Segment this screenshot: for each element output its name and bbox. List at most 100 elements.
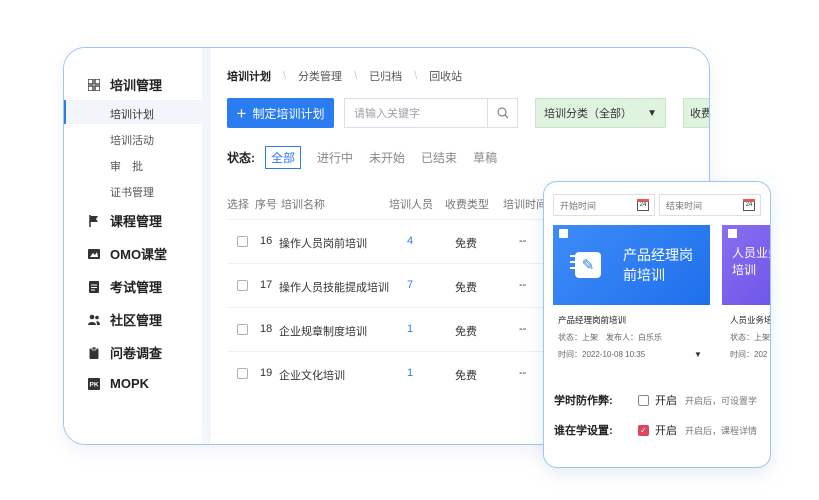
row-checkbox[interactable] (237, 368, 248, 379)
fee-select-value: 收费 (690, 108, 710, 120)
calendar-day: 24 (745, 202, 753, 208)
grid-icon (88, 78, 100, 91)
svg-text:PK: PK (89, 381, 98, 388)
row-people[interactable]: 1 (407, 323, 413, 335)
row-time: -- (519, 367, 527, 379)
status-option-ongoing[interactable]: 进行中 (317, 149, 353, 166)
status-filter: 状态: 全部 进行中 未开始 已结束 草稿 (227, 146, 513, 169)
chevron-down-icon: ▼ (647, 107, 657, 119)
sidebar-item-mopk[interactable]: PK MOPK (88, 376, 149, 391)
anti-cheat-checkbox[interactable] (638, 394, 649, 406)
sidebar-item-course[interactable]: 课程管理 (88, 211, 162, 230)
course-checkbox[interactable] (559, 229, 568, 238)
pk-icon: PK (88, 377, 100, 390)
sidebar-sub-approval[interactable]: 审 批 (110, 158, 143, 174)
sidebar-item-training[interactable]: 培训管理 (88, 75, 162, 94)
row-time: -- (519, 323, 527, 335)
plus-icon: + (236, 103, 247, 123)
fee-select[interactable]: 收费 (683, 98, 710, 128)
column-header-time: 培训时间 (503, 199, 547, 211)
search-icon[interactable] (487, 99, 517, 127)
search-input[interactable]: 请输入关键字 (344, 98, 518, 128)
table-row[interactable]: 16 操作人员岗前培训 4 免费 -- (227, 219, 547, 263)
row-checkbox[interactable] (237, 280, 248, 291)
tab-separator: \ (354, 70, 358, 82)
sidebar-item-label: 社区管理 (110, 313, 163, 328)
status-option-draft[interactable]: 草稿 (473, 149, 497, 166)
sidebar-item-community[interactable]: 社区管理 (88, 310, 162, 329)
sidebar-item-survey[interactable]: 问卷调查 (88, 343, 162, 362)
status-label: 状态: (227, 151, 255, 165)
category-select[interactable]: 培训分类（全部） ▼ (535, 98, 666, 128)
anti-cheat-toggle-label: 开启 (655, 395, 677, 407)
search-placeholder: 请输入关键字 (354, 108, 420, 120)
column-header-select: 选择 (227, 199, 249, 211)
create-plan-button[interactable]: + 制定培训计划 (227, 98, 334, 128)
status-option-not-started[interactable]: 未开始 (369, 149, 405, 166)
tab-category[interactable]: 分类管理 (298, 68, 342, 84)
table-row[interactable]: 17 操作人员技能提成培训 7 免费 -- (227, 263, 547, 307)
who-learning-hint: 开启后，课程详情 (685, 425, 758, 436)
calendar-icon[interactable]: 24 (637, 199, 649, 211)
end-date-input[interactable]: 结束时间 24 (659, 194, 761, 216)
sidebar-item-label: OMO课堂 (110, 247, 168, 262)
anti-cheat-hint: 开启后，可设置学 (685, 395, 758, 406)
tab-recycle[interactable]: 回收站 (429, 68, 462, 84)
course-cover[interactable]: 人员业务培训 (722, 225, 770, 305)
clipboard-icon (88, 346, 100, 359)
row-name[interactable]: 操作人员技能提成培训 (279, 279, 389, 295)
sidebar-divider (202, 48, 211, 444)
who-learning-label: 谁在学设置: (554, 425, 613, 437)
row-no: 18 (260, 323, 273, 335)
who-learning-toggle-label: 开启 (655, 425, 677, 437)
calendar-icon[interactable]: 24 (743, 199, 755, 211)
row-no: 19 (260, 367, 273, 379)
course-name[interactable]: 产品经理岗前培训 (558, 312, 708, 329)
tab-archived[interactable]: 已归档 (369, 68, 402, 84)
sidebar-sub-activity[interactable]: 培训活动 (110, 132, 154, 148)
row-checkbox[interactable] (237, 236, 248, 247)
tab-bar: 培训计划 \ 分类管理 \ 已归档 \ 回收站 (227, 68, 474, 84)
row-people[interactable]: 1 (407, 367, 413, 379)
sidebar-item-label: MOPK (110, 376, 149, 391)
row-no: 17 (260, 279, 273, 291)
tab-training-plan[interactable]: 培训计划 (227, 68, 271, 84)
course-time: 时间：202 (730, 350, 768, 359)
row-name[interactable]: 操作人员岗前培训 (279, 235, 367, 251)
course-time: 时间：2022-10-08 10:35 (558, 350, 646, 359)
status-option-all[interactable]: 全部 (265, 146, 302, 169)
row-time: -- (519, 235, 527, 247)
sidebar-item-omo[interactable]: OMO课堂 (88, 244, 167, 263)
who-learning-checkbox[interactable]: ✓ (638, 424, 649, 436)
row-people[interactable]: 7 (407, 279, 413, 291)
course-checkbox[interactable] (728, 229, 737, 238)
users-icon (88, 314, 100, 326)
column-header-no: 序号 (255, 199, 277, 211)
course-settings-card: 开始时间 24 结束时间 24 ✎ 产品经理岗前培训 人员业务培训 产品经理岗前… (543, 181, 771, 468)
row-fee: 免费 (455, 370, 477, 382)
row-fee: 免费 (455, 326, 477, 338)
start-date-placeholder: 开始时间 (560, 200, 597, 211)
status-option-ended[interactable]: 已结束 (421, 149, 457, 166)
course-cover-title: 产品经理岗前培训 (623, 247, 693, 283)
calendar-day: 24 (639, 202, 647, 208)
row-people[interactable]: 4 (407, 235, 413, 247)
table-row[interactable]: 18 企业规章制度培训 1 免费 -- (227, 307, 547, 351)
table-row[interactable]: 19 企业文化培训 1 免费 -- (227, 351, 547, 395)
column-header-name: 培训名称 (281, 199, 325, 211)
row-checkbox[interactable] (237, 324, 248, 335)
course-name[interactable]: 人员业务培 (730, 312, 770, 329)
course-status: 状态：上架 (730, 333, 770, 342)
sidebar-sub-plan[interactable]: 培训计划 (110, 106, 154, 122)
course-cover-title: 人员业务培训 (732, 246, 770, 277)
course-cover[interactable]: ✎ 产品经理岗前培训 (553, 225, 710, 305)
start-date-input[interactable]: 开始时间 24 (553, 194, 655, 216)
row-name[interactable]: 企业规章制度培训 (279, 323, 367, 339)
flag-icon (88, 214, 100, 227)
who-learning-setting: 谁在学设置: ✓ 开启 开启后，课程详情 (554, 422, 757, 438)
sidebar-item-exam[interactable]: 考试管理 (88, 277, 162, 296)
sidebar-sub-certificate[interactable]: 证书管理 (110, 184, 154, 200)
course-info: 人员业务培 状态：上架 时间：202 (730, 312, 770, 363)
caret-down-icon[interactable]: ▼ (694, 350, 702, 359)
row-name[interactable]: 企业文化培训 (279, 367, 345, 383)
